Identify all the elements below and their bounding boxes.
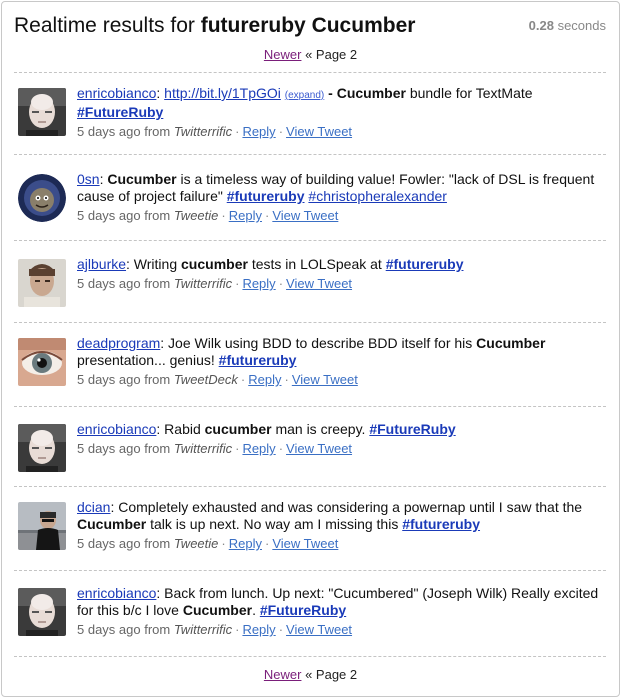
search-query: futureruby Cucumber [200, 14, 416, 37]
page-label: Page 2 [315, 47, 358, 62]
newer-link[interactable]: Newer [264, 667, 302, 682]
tweet-username[interactable]: dcian [77, 499, 110, 515]
tweet-source: Tweetie [173, 536, 219, 551]
reply-link[interactable]: Reply [248, 372, 281, 387]
reply-link[interactable]: Reply [229, 536, 262, 551]
view-tweet-link[interactable]: View Tweet [286, 622, 352, 637]
man-outdoors-avatar[interactable] [18, 502, 66, 550]
tweet-text: enricobianco: http://bit.ly/1TpGOi (expa… [77, 85, 533, 120]
tweet-meta: 5 days ago from Twitterrific · Reply · View … [77, 276, 353, 291]
hashtag-link[interactable]: #christopheralexander [308, 188, 447, 204]
tweet-meta: 5 days ago from Twitterrific · Reply · View … [77, 441, 353, 456]
divider [14, 406, 606, 407]
divider [14, 322, 606, 323]
tweet-username[interactable]: deadprogram [77, 335, 160, 351]
hashtag-link[interactable]: #futureruby [386, 256, 464, 272]
tweet-source: Twitterrific [173, 622, 233, 637]
hashtag-link[interactable]: #futureruby [402, 516, 480, 532]
hashtag-link[interactable]: #FutureRuby [260, 602, 346, 618]
tweet-text: enricobianco: Rabid cucumber man is cree… [77, 421, 456, 437]
tweet-source: Twitterrific [173, 441, 233, 456]
page-label: Page 2 [315, 667, 358, 682]
hashtag-link[interactable]: #futureruby [227, 188, 305, 204]
man-portrait-avatar[interactable] [18, 259, 66, 307]
tweet-meta: 5 days ago from Tweetie · Reply · View Tweet [77, 208, 339, 223]
tweet-username[interactable]: enricobianco [77, 585, 156, 601]
bald-man-avatar[interactable] [18, 424, 66, 472]
view-tweet-link[interactable]: View Tweet [286, 441, 352, 456]
tweet-text: ajlburke: Writing cucumber tests in LOLS… [77, 256, 464, 272]
hashtag-link[interactable]: #futureruby [219, 352, 297, 368]
short-url-link[interactable]: http://bit.ly/1TpGOi [164, 85, 281, 101]
divider [14, 570, 606, 571]
tweet-meta: 5 days ago from TweetDeck · Reply · View Twe… [77, 372, 358, 387]
view-tweet-link[interactable]: View Tweet [286, 276, 352, 291]
tweet-text: enricobianco: Back from lunch. Up next: … [77, 585, 599, 618]
reply-link[interactable]: Reply [242, 276, 275, 291]
reply-link[interactable]: Reply [229, 208, 262, 223]
divider [14, 72, 606, 73]
tweet-source: TweetDeck [173, 372, 238, 387]
hashtag-link[interactable]: #FutureRuby [77, 104, 163, 120]
view-tweet-link[interactable]: View Tweet [286, 124, 352, 139]
pager-top: Newer « Page 2 [263, 47, 358, 62]
divider [14, 240, 606, 241]
tweet-source: Tweetie [173, 208, 219, 223]
tweet-text: 0sn: Cucumber is a timeless way of build… [77, 171, 595, 204]
page-title: Realtime results for futureruby Cucumber [14, 14, 416, 37]
newer-link[interactable]: Newer [264, 47, 302, 62]
reply-link[interactable]: Reply [242, 441, 275, 456]
tweet-username[interactable]: 0sn [77, 171, 100, 187]
hashtag-link[interactable]: #FutureRuby [369, 421, 455, 437]
tweet-meta: 5 days ago from Twitterrific · Reply · View … [77, 124, 353, 139]
view-tweet-link[interactable]: View Tweet [272, 208, 338, 223]
divider [14, 656, 606, 657]
tweet-source: Twitterrific [173, 276, 233, 291]
reply-link[interactable]: Reply [242, 622, 275, 637]
reply-link[interactable]: Reply [242, 124, 275, 139]
tweet-text: deadprogram: Joe Wilk using BDD to descr… [77, 335, 546, 368]
query-timing: 0.28 seconds [528, 18, 606, 33]
tweet-username[interactable]: enricobianco [77, 421, 156, 437]
bald-man-avatar[interactable] [18, 88, 66, 136]
results-header: Realtime results for futureruby Cucumber… [14, 12, 606, 42]
view-tweet-link[interactable]: View Tweet [292, 372, 358, 387]
tweet-username[interactable]: ajlburke [77, 256, 126, 272]
tweet-username[interactable]: enricobianco [77, 85, 156, 101]
tweet-source: Twitterrific [173, 124, 233, 139]
bald-man-avatar[interactable] [18, 588, 66, 636]
tweet-meta: 5 days ago from Twitterrific · Reply · View … [77, 622, 353, 637]
cartoon-lion-avatar[interactable] [18, 174, 66, 222]
expand-link[interactable]: (expand) [285, 90, 324, 101]
tweet-meta: 5 days ago from Tweetie · Reply · View Tweet [77, 536, 339, 551]
divider [14, 486, 606, 487]
eye-closeup-avatar[interactable] [18, 338, 66, 386]
tweet-text: dcian: Completely exhausted and was cons… [77, 499, 583, 532]
divider [14, 154, 606, 155]
view-tweet-link[interactable]: View Tweet [272, 536, 338, 551]
pager-bottom: Newer « Page 2 [263, 667, 358, 682]
